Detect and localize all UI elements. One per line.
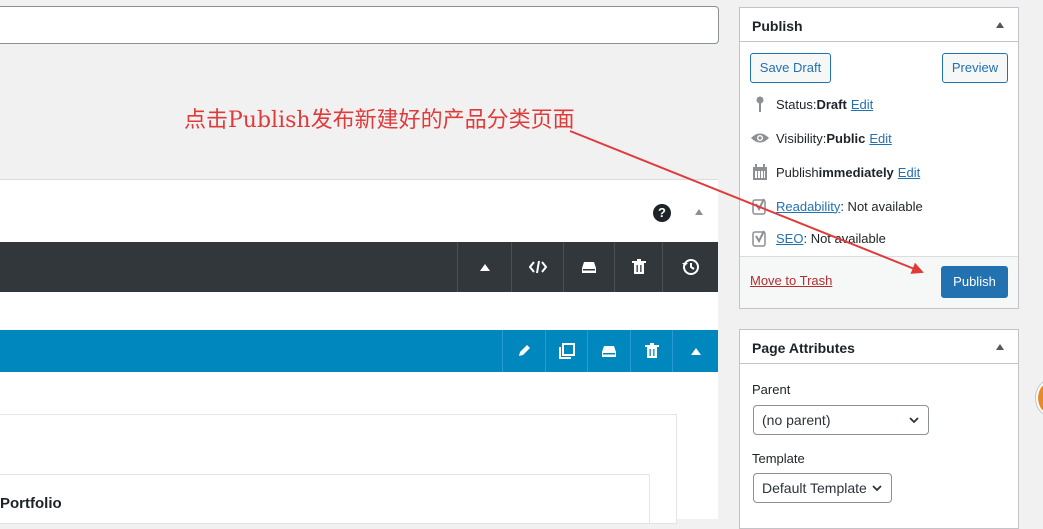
annotation-arrow xyxy=(569,130,924,274)
